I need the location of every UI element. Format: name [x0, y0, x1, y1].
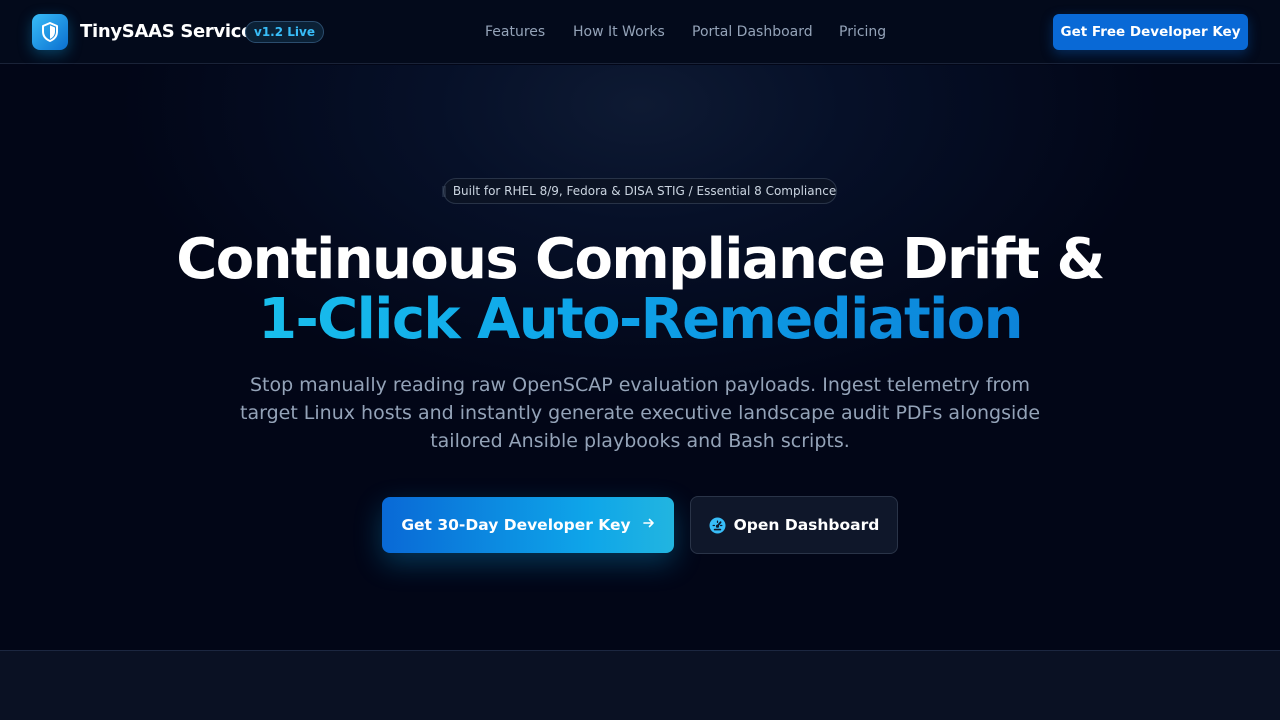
get-free-developer-key-button[interactable]: Get Free Developer Key [1053, 14, 1248, 50]
secondary-cta-label: Open Dashboard [733, 516, 880, 534]
nav-link-how-it-works[interactable]: How It Works [573, 22, 665, 42]
nav-link-pricing[interactable]: Pricing [839, 22, 886, 42]
get-30-day-developer-key-button[interactable]: Get 30-Day Developer Key [382, 497, 674, 553]
nav-link-portal-dashboard[interactable]: Portal Dashboard [692, 22, 813, 42]
eyebrow-text: Built for RHEL 8/9, Fedora & DISA STIG /… [452, 184, 837, 198]
top-navbar: TinySAAS Services v1.2 Live Features How… [0, 0, 1280, 64]
hero-title-line-2: 1-Click Auto-Remediation [0, 285, 1280, 355]
gauge-icon [709, 517, 726, 534]
compliance-eyebrow-badge: Built for RHEL 8/9, Fedora & DISA STIG /… [443, 178, 837, 204]
primary-cta-label: Get 30-Day Developer Key [401, 516, 631, 534]
open-dashboard-button[interactable]: Open Dashboard [690, 496, 898, 554]
nav-link-features[interactable]: Features [485, 22, 545, 42]
next-section [0, 650, 1280, 720]
hero-subtitle: Stop manually reading raw OpenSCAP evalu… [240, 374, 1041, 452]
hero-section: Built for RHEL 8/9, Fedora & DISA STIG /… [0, 65, 1280, 650]
arrow-right-icon [642, 517, 655, 533]
